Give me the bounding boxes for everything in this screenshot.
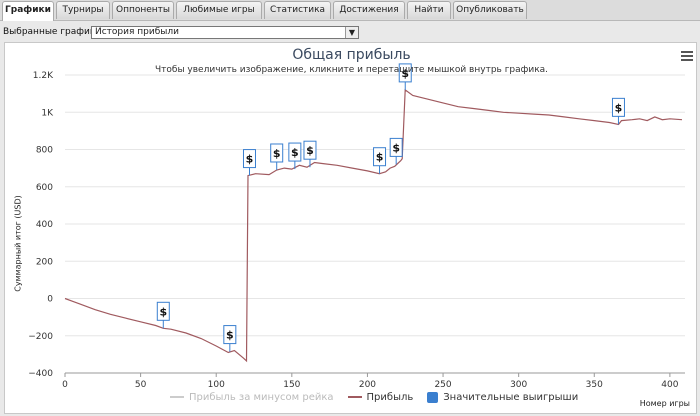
chart-select[interactable]: История прибыли ▼ [91, 26, 359, 39]
chart-selector-label: Выбранные графики: [3, 27, 105, 37]
tab-2[interactable]: Оппоненты [112, 1, 174, 19]
win-marker-glyph: $ [306, 144, 314, 157]
chart-select-value: История прибыли [95, 27, 179, 37]
tab-4[interactable]: Статистика [264, 1, 331, 19]
y-tick-label: 1K [41, 108, 54, 118]
win-marker-glyph: $ [159, 305, 167, 318]
tab-0[interactable]: Графики [2, 1, 54, 21]
legend-item-profit[interactable]: Прибыль [347, 391, 414, 403]
legend-label: Прибыль за минусом рейка [189, 391, 334, 403]
win-marker-glyph: $ [246, 153, 254, 166]
x-tick-label: 400 [661, 380, 678, 390]
win-marker-glyph: $ [273, 147, 281, 160]
chart-subtitle: Чтобы увеличить изображение, кликните и … [154, 65, 549, 75]
y-axis-label: Суммарный итог (USD) [13, 195, 23, 292]
y-tick-label: −400 [28, 369, 53, 379]
legend-label: Прибыль [366, 391, 414, 403]
tab-7[interactable]: Опубликовать [453, 1, 527, 19]
win-marker-glyph: $ [226, 329, 234, 342]
y-tick-label: 600 [36, 183, 53, 193]
tab-3[interactable]: Любимые игры [176, 1, 262, 19]
tab-6[interactable]: Найти [407, 1, 451, 19]
chevron-down-icon[interactable]: ▼ [345, 27, 358, 38]
y-tick-label: −200 [28, 332, 53, 342]
x-tick-label: 300 [510, 380, 527, 390]
tab-bar: Графики Турниры Оппоненты Любимые игры Стати… [0, 0, 700, 21]
chart-canvas[interactable]: −400−20002004006008001K1.2K0 50 100 150 200 2… [5, 43, 698, 415]
win-marker-glyph: $ [392, 141, 400, 154]
legend-square-icon [427, 391, 439, 403]
x-tick-label: 200 [359, 380, 376, 390]
win-marker-glyph: $ [615, 101, 623, 114]
chart-legend: Прибыль за минусом рейка Прибыль Значите… [170, 390, 592, 404]
tab-5[interactable]: Достижения [333, 1, 405, 19]
y-tick-label: 800 [36, 146, 53, 156]
y-tick-label: 200 [36, 257, 53, 267]
tab-1[interactable]: Турниры [56, 1, 110, 19]
legend-item-profit-minus-rake[interactable]: Прибыль за минусом рейка [170, 392, 334, 403]
chart-selector-row: Выбранные графики: История прибыли ▼ [0, 25, 700, 41]
chart-panel[interactable]: −400 −200 0 200 400 600 800 1K 1.2K 0 50 100 150 200 2… [4, 42, 697, 414]
win-marker-glyph: $ [376, 151, 384, 164]
x-tick-label: 50 [135, 380, 147, 390]
y-tick-label: 400 [36, 220, 53, 230]
x-tick-label: 150 [283, 380, 300, 390]
chart-title: Общая прибыль [292, 47, 411, 63]
x-tick-label: 250 [434, 380, 451, 390]
legend-line-icon [170, 396, 184, 398]
x-tick-label: 0 [62, 380, 68, 390]
x-tick-label: 100 [208, 380, 225, 390]
win-marker-glyph: $ [291, 146, 299, 159]
hamburger-menu-icon[interactable] [681, 51, 693, 61]
y-tick-label: 0 [47, 295, 53, 305]
x-axis-label: Номер игры [639, 399, 690, 408]
x-tick-label: 350 [586, 380, 603, 390]
legend-item-significant-wins[interactable]: Значительные выигрыши [427, 391, 579, 403]
legend-label: Значительные выигрыши [443, 391, 579, 403]
legend-line-icon [347, 396, 362, 398]
